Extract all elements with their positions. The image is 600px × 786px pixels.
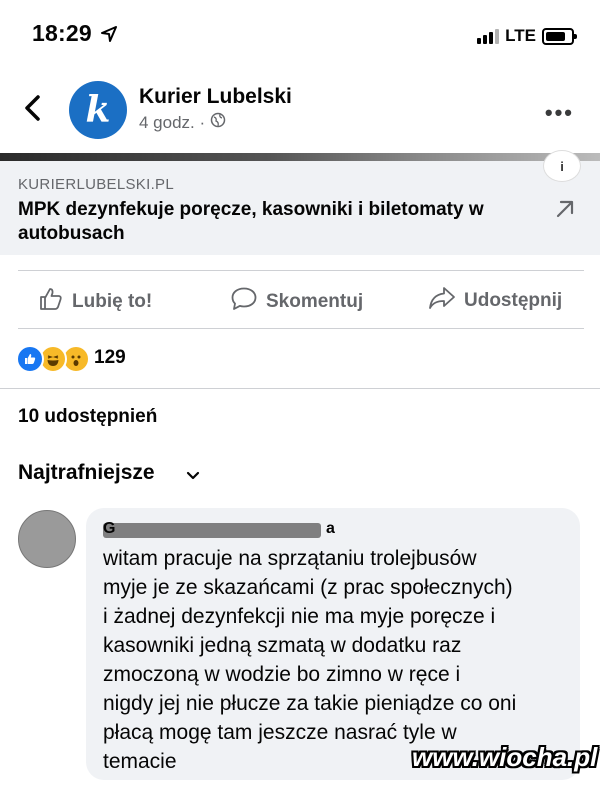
share-label: Udostępnij <box>464 290 563 311</box>
post-time: 4 godz. · <box>139 112 206 132</box>
share-arrow-icon <box>428 286 456 316</box>
link-title[interactable]: MPK dezynfekuje poręcze, kasowniki i bil… <box>18 198 538 246</box>
redacted-name <box>103 523 321 538</box>
reaction-icons[interactable] <box>16 345 90 373</box>
commenter-name-start[interactable]: G <box>103 520 115 538</box>
page-name[interactable]: Kurier Lubelski <box>139 85 292 109</box>
comment-label: Skomentuj <box>266 291 364 312</box>
battery-icon <box>542 27 577 45</box>
status-time: 18:29 <box>32 20 92 46</box>
comment-bubble-icon <box>230 286 258 318</box>
external-link-icon[interactable] <box>553 197 577 226</box>
like-icon <box>16 345 44 373</box>
back-chevron-icon[interactable] <box>22 94 44 127</box>
link-domain: KURIERLUBELSKI.PL <box>18 176 174 193</box>
watermark: www.wiocha.pl <box>412 742 598 772</box>
globe-icon <box>210 112 226 133</box>
commenter-name-end[interactable]: a <box>326 520 335 538</box>
comment-button[interactable]: Skomentuj <box>230 286 363 318</box>
link-image[interactable] <box>0 153 600 161</box>
page-avatar[interactable]: k <box>69 81 127 139</box>
location-arrow-icon <box>101 26 117 47</box>
network-label: LTE <box>505 26 536 45</box>
commenter-avatar[interactable] <box>18 510 76 568</box>
like-button[interactable]: Lubię to! <box>38 286 152 318</box>
divider <box>0 388 600 389</box>
share-count[interactable]: 10 udostępnień <box>18 406 157 428</box>
info-badge[interactable]: i <box>543 150 581 182</box>
more-options-icon[interactable]: ••• <box>545 100 574 126</box>
divider <box>18 270 584 271</box>
post-meta: 4 godz. · <box>139 112 226 133</box>
chevron-down-icon[interactable] <box>186 468 200 486</box>
status-indicators: LTE <box>477 26 577 46</box>
signal-icon <box>477 28 500 44</box>
comment-sort-label[interactable]: Najtrafniejsze <box>18 461 155 485</box>
thumbs-up-icon <box>38 286 64 318</box>
like-label: Lubię to! <box>72 291 153 312</box>
reaction-count[interactable]: 129 <box>94 347 126 369</box>
divider <box>18 328 584 329</box>
share-button[interactable]: Udostępnij <box>428 286 562 316</box>
